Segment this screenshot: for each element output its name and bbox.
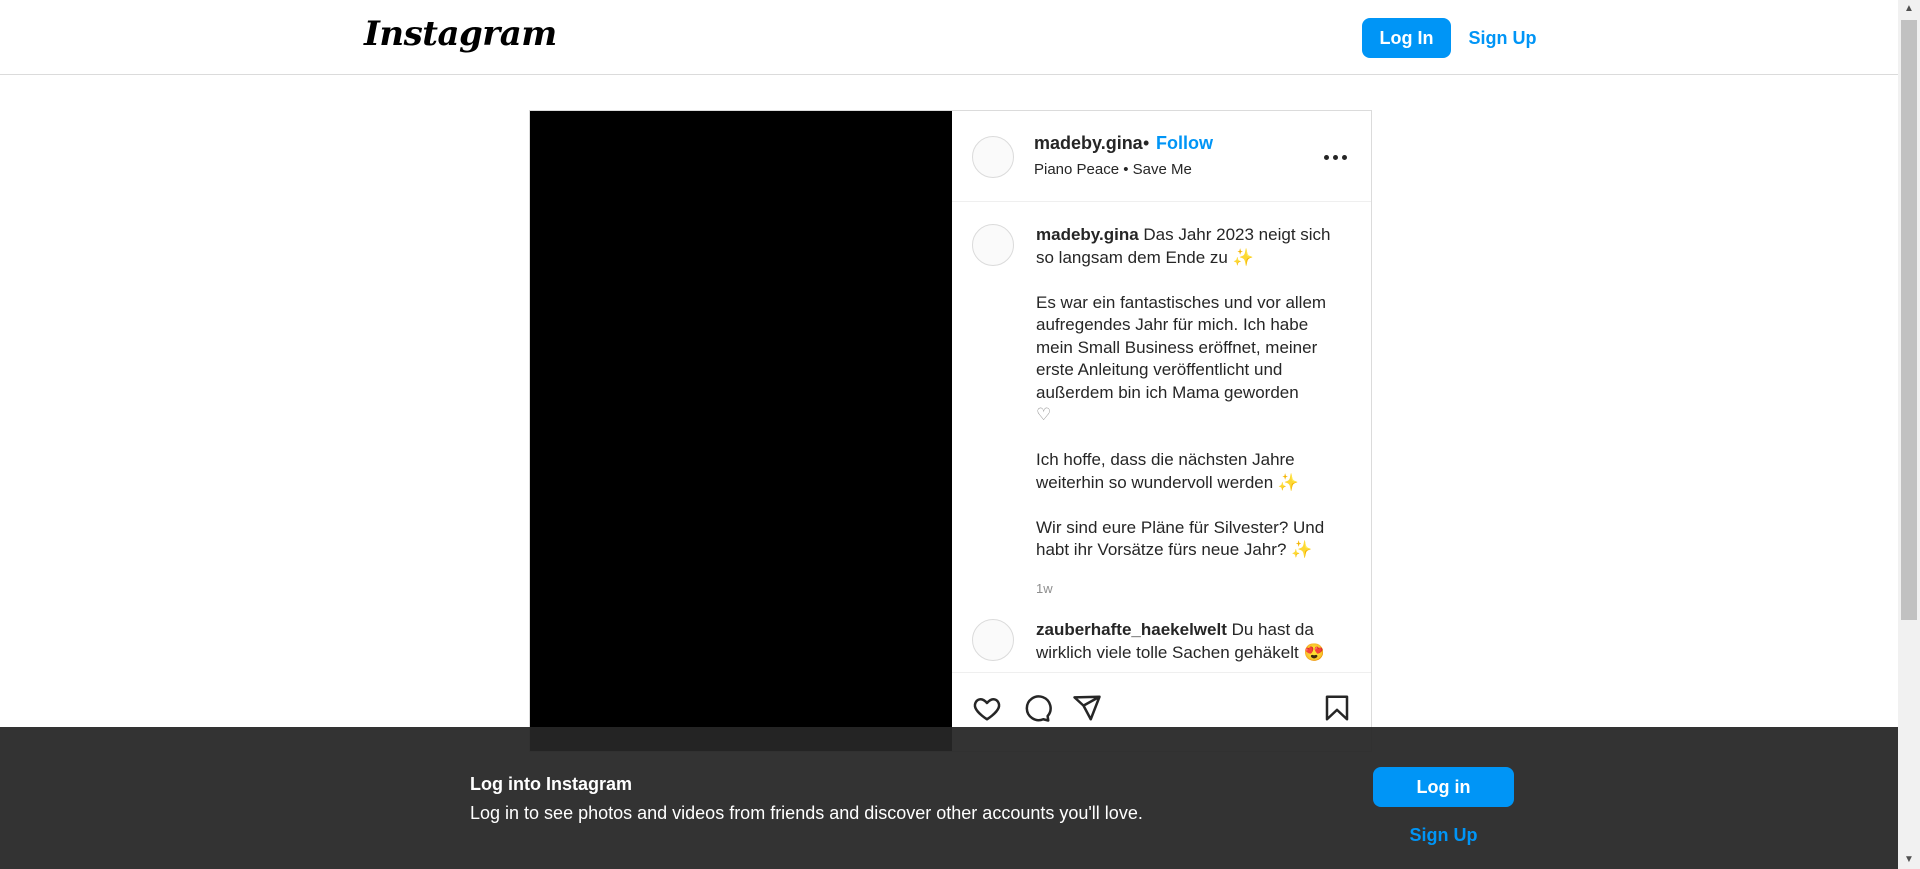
share-icon[interactable] [1072,693,1102,723]
caption-line-4: Wir sind eure Pläne für Silvester? Und h… [1036,517,1325,560]
comment-icon[interactable] [1022,693,1052,723]
banner-signup-link[interactable]: Sign Up [1373,815,1514,855]
sparkle-emoji: ✨ [1232,247,1254,267]
commenter-avatar[interactable] [972,619,1014,661]
top-nav: Instagram Log In Sign Up [0,0,1898,75]
caption-text: madeby.gina Das Jahr 2023 neigt sich so … [1036,224,1346,562]
author-username[interactable]: madeby.gina [1034,133,1143,154]
header-separator: • [1143,133,1150,153]
comment: zauberhafte_haekelwelt Du hast da wirkli… [1036,619,1346,664]
scroll-thumb[interactable] [1901,20,1917,620]
white-heart-emoji: ♡ [1036,405,1052,424]
scroll-up-arrow-icon[interactable]: ▲ [1898,0,1920,18]
bookmark-icon[interactable] [1322,693,1352,723]
instagram-logo[interactable]: Instagram [364,14,557,54]
banner-title: Log into Instagram [470,774,632,794]
sparkle-emoji: ✨ [1291,540,1313,559]
banner-login-button[interactable]: Log in [1373,767,1514,807]
heart-icon[interactable] [972,693,1002,723]
caption-line-2: Es war ein fantastisches und vor allem a… [1036,292,1327,402]
post-header: madeby.gina • Follow Piano Peace • Save … [952,111,1371,202]
scrollbar[interactable]: ▲ ▼ [1898,0,1920,869]
follow-button[interactable]: Follow [1156,133,1213,154]
more-icon[interactable] [1324,155,1348,161]
caption-avatar[interactable] [972,224,1014,266]
login-button[interactable]: Log In [1362,18,1451,58]
post-time[interactable]: 1w [1036,581,1053,596]
heart-eyes-emoji: 😍 [1303,642,1325,662]
banner-subtitle: Log in to see photos and videos from fri… [470,803,1143,823]
post-card: madeby.gina • Follow Piano Peace • Save … [529,110,1372,752]
audio-track[interactable]: Piano Peace • Save Me [1034,161,1192,178]
sparkle-emoji: ✨ [1277,472,1300,492]
caption-username[interactable]: madeby.gina [1036,225,1139,244]
post-media[interactable] [530,111,952,751]
caption-line-3: Ich hoffe, dass die nächsten Jahre weite… [1036,450,1295,492]
author-avatar[interactable] [972,136,1014,178]
login-banner: Log into Instagram Log in to see photos … [0,727,1898,869]
signup-link[interactable]: Sign Up [1460,18,1545,58]
comments-section: madeby.gina Das Jahr 2023 neigt sich so … [952,202,1371,682]
scroll-down-arrow-icon[interactable]: ▼ [1898,851,1920,869]
commenter-username[interactable]: zauberhafte_haekelwelt [1036,620,1227,639]
post-sidebar: madeby.gina • Follow Piano Peace • Save … [952,111,1371,751]
